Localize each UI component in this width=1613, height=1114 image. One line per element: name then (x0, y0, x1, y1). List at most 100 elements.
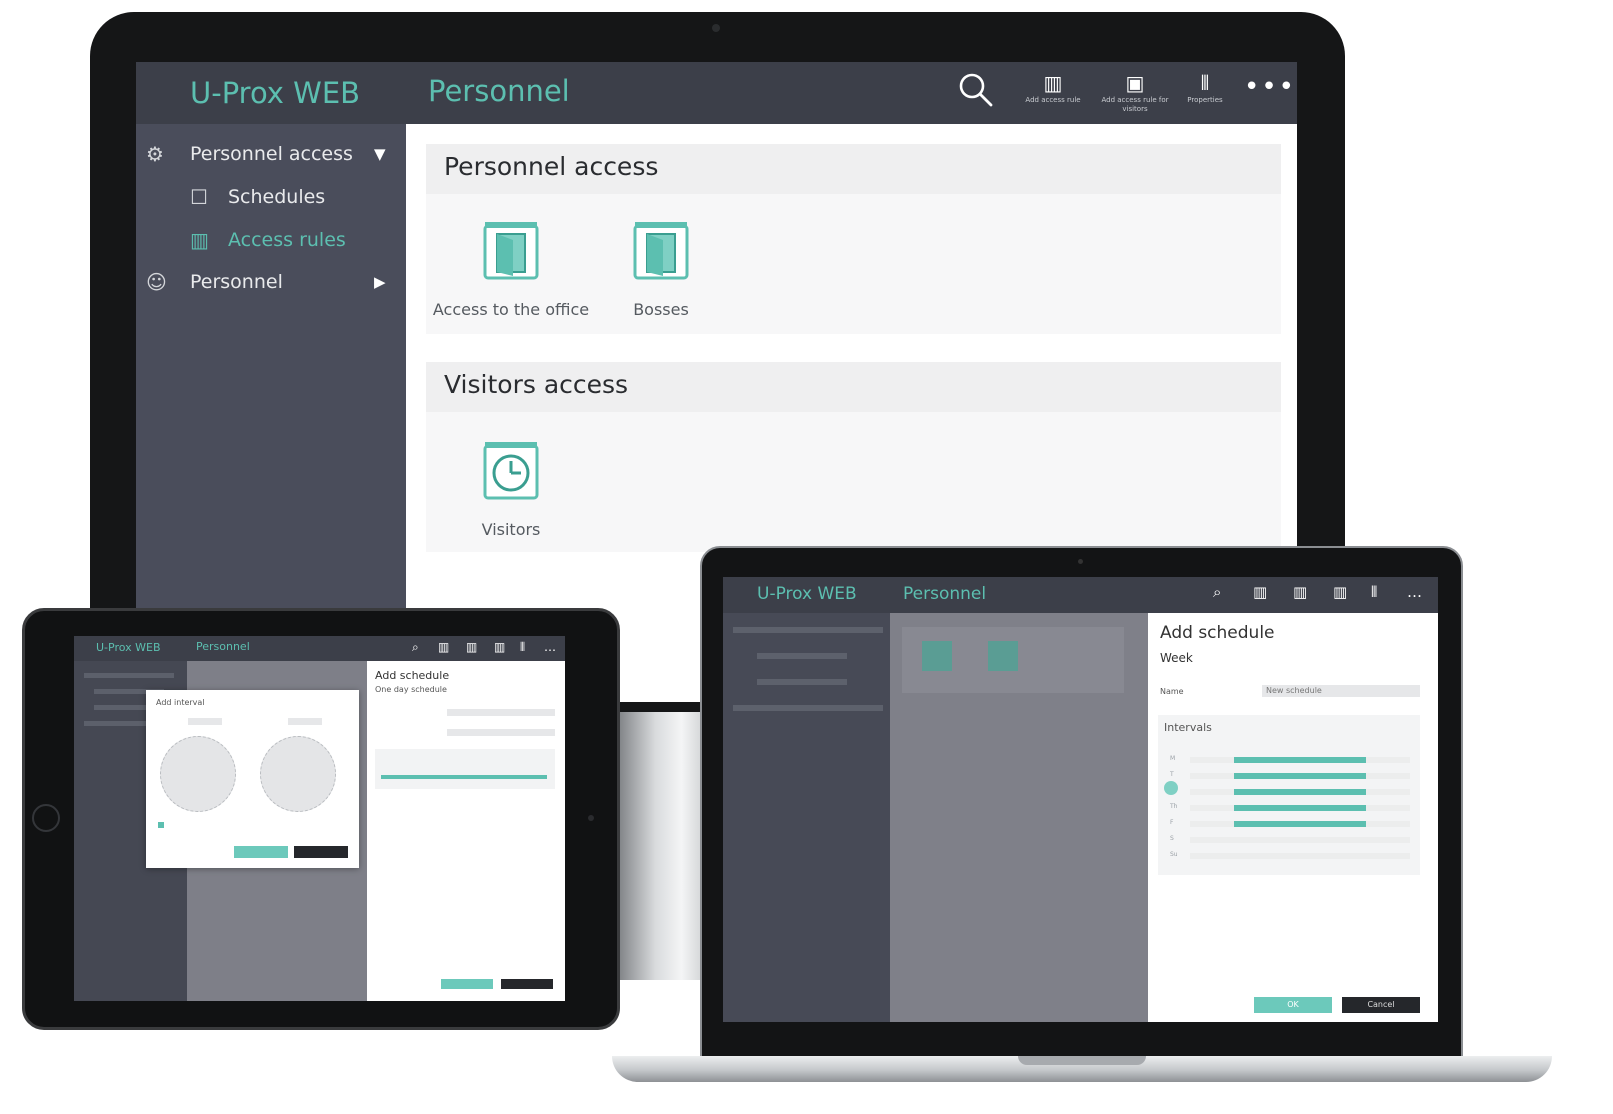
more-icon[interactable]: … (544, 640, 556, 654)
sliders-icon[interactable]: ⫴ (520, 640, 525, 655)
end-clock-dial[interactable] (260, 736, 336, 812)
tiles-group (902, 627, 1124, 693)
time-input[interactable] (447, 729, 555, 736)
interval-row[interactable] (1190, 805, 1410, 811)
add-schedule-panel: Add schedule One day schedule (367, 661, 565, 1001)
start-clock-dial[interactable] (160, 736, 236, 812)
sidebar-item-schedules[interactable]: ☐ Schedules (136, 177, 406, 217)
intervals-box (375, 749, 555, 789)
sidebar-item-personnel[interactable]: ☺ Personnel ▶ (136, 262, 406, 302)
clock-icon (483, 442, 539, 500)
cancel-button[interactable]: Cancel (1342, 997, 1420, 1013)
add-door-icon: ▥ (1043, 71, 1063, 95)
tablet-camera (588, 815, 594, 821)
search-button[interactable] (956, 70, 1006, 116)
laptop-screen: U-Prox WEB Personnel ⌕ ▥ ▥ ▥ ⫴ … Add sch… (723, 577, 1438, 1022)
sliders-icon: ⫴ (1200, 71, 1210, 95)
sidebar-item[interactable] (84, 673, 174, 678)
door-icon[interactable] (922, 641, 952, 671)
app-title[interactable]: U-Prox WEB (757, 584, 857, 604)
add-door-icon[interactable]: ▥ (438, 640, 449, 654)
add-access-rule-button[interactable]: ▥ Add access rule (1018, 70, 1088, 120)
gear-icon: ⚙ (146, 142, 164, 166)
add-door-icon[interactable]: ▥ (1253, 583, 1267, 601)
sidebar-item-personnel-access[interactable]: ⚙ Personnel access ▼ (136, 134, 406, 174)
panel-title: Add schedule (1160, 623, 1275, 643)
start-input[interactable] (188, 718, 222, 725)
add-schedule-panel: Add schedule Week Name New schedule Inte… (1148, 613, 1438, 1022)
day-label: M (1170, 755, 1176, 762)
intervals-box: Intervals M T Th F S Su (1158, 715, 1420, 875)
add-door-icon[interactable]: ▥ (1293, 583, 1307, 601)
tablet-screen: U-Prox WEB Personnel ⌕ ▥ ▥ ▥ ⫴ … Add sch… (74, 636, 565, 1001)
add-visitor-rule-button[interactable]: ▣ Add access rule for visitors (1100, 70, 1170, 120)
app-title[interactable]: U-Prox WEB (96, 641, 161, 654)
interval-row[interactable] (1190, 837, 1410, 843)
end-input[interactable] (288, 718, 322, 725)
interval-bar[interactable] (381, 775, 547, 779)
dialog-ok-button[interactable] (234, 846, 288, 858)
ok-button[interactable]: OK (1254, 997, 1332, 1013)
sidebar-item[interactable] (733, 705, 883, 711)
group-title: Visitors access (426, 362, 1281, 412)
monitor-camera (712, 24, 720, 32)
tile-visitors[interactable]: Visitors (426, 440, 596, 539)
calendar-icon: ☐ (190, 185, 208, 209)
more-menu-button[interactable]: ••• (1244, 72, 1296, 102)
interval-row[interactable] (1190, 821, 1410, 827)
interval-row[interactable] (1190, 757, 1410, 763)
door-icon: ▥ (190, 228, 209, 252)
app-title[interactable]: U-Prox WEB (190, 76, 360, 110)
door-icon (633, 222, 689, 280)
sidebar-item-access-rules[interactable]: ▥ Access rules (136, 220, 406, 260)
main-overlay (890, 613, 1148, 1022)
interval-row[interactable] (1190, 853, 1410, 859)
name-input[interactable] (447, 709, 555, 716)
day-label: Th (1170, 803, 1178, 810)
sidebar-item[interactable] (757, 653, 847, 659)
dialog-cancel-button[interactable] (294, 846, 348, 858)
section-title: Personnel (196, 640, 250, 653)
section-title: Personnel (903, 584, 987, 604)
checkbox[interactable] (158, 822, 164, 828)
group-visitors-access: Visitors access Visitors (426, 362, 1281, 552)
laptop-notch (1018, 1056, 1146, 1065)
sliders-icon[interactable]: ⫴ (1371, 583, 1377, 601)
top-bar: U-Prox WEB Personnel ⌕ ▥ ▥ ▥ ⫴ … (723, 577, 1438, 613)
caret-down-icon[interactable]: ▼ (374, 134, 386, 174)
search-icon[interactable]: ⌕ (412, 640, 419, 655)
day-label: S (1170, 835, 1174, 842)
add-clock-door-icon: ▣ (1125, 71, 1145, 95)
door-icon (483, 222, 539, 280)
top-bar: U-Prox WEB Personnel ⌕ ▥ ▥ ▥ ⫴ … (74, 636, 565, 661)
name-input[interactable]: New schedule (1262, 685, 1420, 697)
search-icon[interactable]: ⌕ (1213, 583, 1221, 601)
add-door-icon[interactable]: ▥ (1333, 583, 1347, 601)
interval-row[interactable] (1190, 773, 1410, 779)
people-icon: ☺ (146, 270, 167, 294)
tile-bosses[interactable]: Bosses (576, 220, 746, 319)
search-icon (959, 73, 993, 107)
tablet-home-button (32, 804, 60, 832)
panel-subtitle: Week (1160, 651, 1193, 665)
add-interval-dialog: Add interval (146, 690, 359, 868)
ok-button[interactable] (441, 979, 493, 989)
panel-title: Add schedule (375, 669, 450, 682)
cancel-button[interactable] (501, 979, 553, 989)
group-title: Personnel access (426, 144, 1281, 194)
add-door-icon[interactable]: ▥ (466, 640, 477, 654)
sidebar-item[interactable] (757, 679, 847, 685)
add-door-icon[interactable]: ▥ (494, 640, 505, 654)
section-title: Personnel (428, 74, 570, 108)
day-label: T (1170, 771, 1174, 778)
sidebar-item[interactable] (733, 627, 883, 633)
day-label: F (1170, 819, 1174, 826)
caret-right-icon[interactable]: ▶ (374, 262, 386, 302)
day-marker[interactable] (1164, 781, 1178, 795)
more-icon[interactable]: … (1407, 583, 1422, 601)
door-icon[interactable] (988, 641, 1018, 671)
properties-button[interactable]: ⫴ Properties (1170, 70, 1240, 120)
tile-access-to-the-office[interactable]: Access to the office (426, 220, 596, 319)
interval-row[interactable] (1190, 789, 1410, 795)
intervals-title: Intervals (1164, 721, 1212, 734)
